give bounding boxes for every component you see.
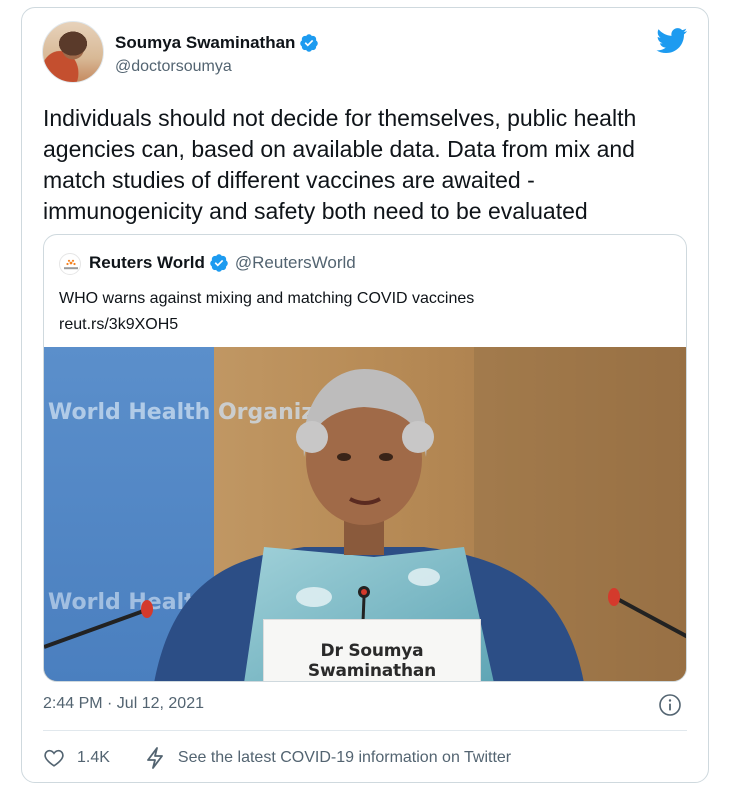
quoted-tweet-text: WHO warns against mixing and matching CO… xyxy=(59,286,474,338)
quoted-avatar[interactable] xyxy=(59,253,81,275)
author-name[interactable]: Soumya Swaminathan xyxy=(115,33,295,53)
quoted-author-name[interactable]: Reuters World xyxy=(89,253,205,273)
covid-info-link[interactable]: See the latest COVID-19 information on T… xyxy=(144,746,511,770)
heart-icon[interactable] xyxy=(43,747,65,769)
twitter-bird-icon[interactable] xyxy=(656,28,688,54)
lightning-icon xyxy=(147,747,163,769)
author-handle[interactable]: @doctorsoumya xyxy=(115,58,232,76)
author-name-row[interactable]: Soumya Swaminathan xyxy=(115,33,319,53)
divider xyxy=(43,730,687,731)
quoted-tweet[interactable]: Reuters World @ReutersWorld WHO warns ag… xyxy=(43,234,687,682)
quoted-headline: WHO warns against mixing and matching CO… xyxy=(59,290,475,307)
quoted-author-handle[interactable]: @ReutersWorld xyxy=(235,253,356,273)
like-count[interactable]: 1.4K xyxy=(77,749,110,767)
reuters-logo-icon xyxy=(64,259,78,270)
info-icon[interactable] xyxy=(658,693,682,717)
quoted-author-row[interactable]: Reuters World @ReutersWorld xyxy=(89,253,356,273)
like-button[interactable]: 1.4K xyxy=(43,747,110,769)
author-avatar[interactable] xyxy=(42,21,104,83)
tweet-text: Individuals should not decide for themse… xyxy=(43,105,637,224)
verified-badge-icon xyxy=(210,254,228,272)
tweet-card: Soumya Swaminathan @doctorsoumya Individ… xyxy=(21,7,709,783)
quoted-link[interactable]: reut.rs/3k9XOH5 xyxy=(59,312,474,338)
tweet-timestamp[interactable]: 2:44 PM · Jul 12, 2021 xyxy=(43,695,204,713)
quoted-tweet-image[interactable]: World Health Organization World Health O… xyxy=(44,347,686,681)
tweet-actions: 1.4K See the latest COVID-19 information… xyxy=(43,745,511,771)
nameplate: Dr Soumya Swaminathan xyxy=(263,619,481,681)
covid-info-text[interactable]: See the latest COVID-19 information on T… xyxy=(178,749,511,767)
verified-badge-icon xyxy=(300,34,319,52)
